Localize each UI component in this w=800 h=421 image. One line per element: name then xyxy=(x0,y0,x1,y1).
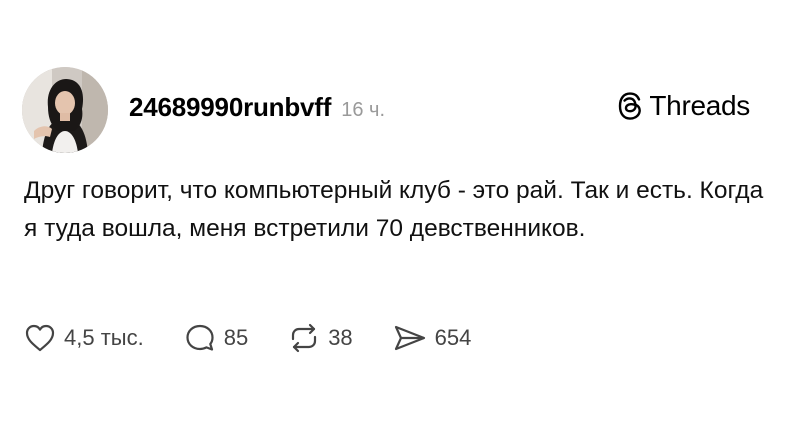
heart-icon xyxy=(25,324,55,352)
comment-count: 85 xyxy=(223,325,249,350)
post-time: 16 ч. xyxy=(341,99,386,121)
threads-brand: Threads xyxy=(617,90,750,122)
share-button[interactable]: 654 xyxy=(393,323,472,353)
threads-brand-name: Threads xyxy=(649,90,750,121)
like-button[interactable]: 4,5 тыс. xyxy=(24,323,144,353)
threads-post-card: 24689990runbvff 16 ч. Threads Друг говор… xyxy=(0,0,800,421)
post-text: Друг говорит, что компьютерный клуб - эт… xyxy=(24,177,764,242)
repost-button[interactable]: 38 xyxy=(288,323,353,353)
send-icon xyxy=(394,325,425,351)
avatar[interactable] xyxy=(22,67,108,153)
post-actions: 4,5 тыс. 85 38 654 xyxy=(24,318,511,358)
repost-icon xyxy=(292,323,317,353)
avatar-photo-icon xyxy=(22,67,108,153)
post-header: 24689990runbvff 16 ч. xyxy=(129,92,385,128)
comment-button[interactable]: 85 xyxy=(184,323,248,353)
repost-count: 38 xyxy=(328,325,353,350)
username[interactable]: 24689990runbvff xyxy=(129,92,331,123)
threads-logo-icon xyxy=(617,91,643,121)
share-count: 654 xyxy=(434,325,472,350)
comment-bubble-icon xyxy=(186,324,214,351)
like-count: 4,5 тыс. xyxy=(64,325,144,350)
